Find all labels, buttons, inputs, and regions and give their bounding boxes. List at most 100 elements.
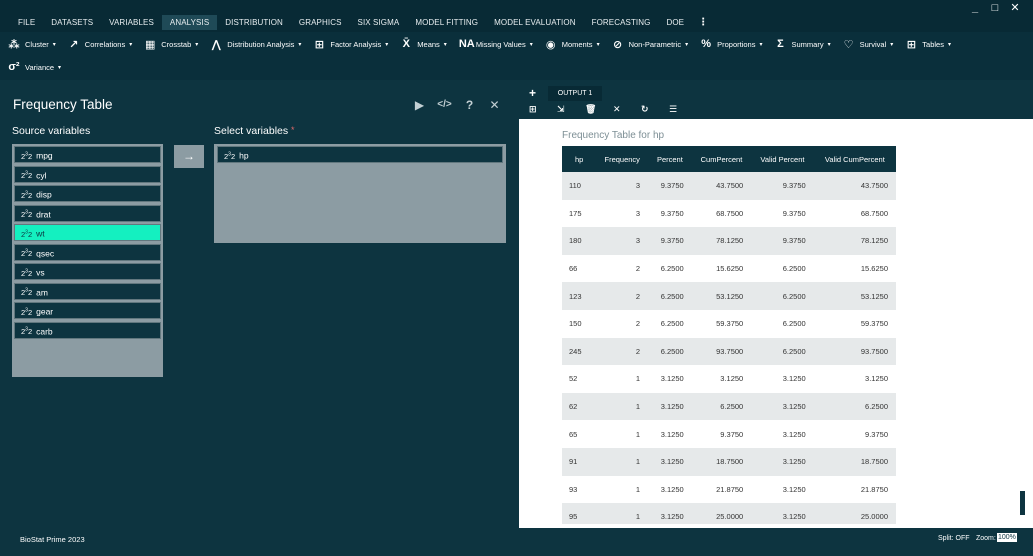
add-tab-icon[interactable]: + (529, 86, 536, 100)
table-cell: 1 (596, 420, 649, 448)
menu-variables[interactable]: VARIABLES (101, 15, 162, 30)
summary-icon: Σ (777, 38, 784, 50)
toolbar-summary-button[interactable]: Σ Summary ▾ (774, 37, 830, 51)
means-icon: X̄ (402, 38, 410, 50)
toolbar-label: Correlations (84, 39, 126, 49)
menu-analysis[interactable]: ANALYSIS (161, 15, 218, 30)
variable-item-am[interactable]: 232 am (14, 282, 161, 300)
variable-item-carb[interactable]: 232 carb (14, 321, 161, 339)
maximize-icon[interactable]: □ (985, 2, 1005, 16)
variable-item-cyl[interactable]: 232 cyl (14, 165, 161, 183)
variable-item-qsec[interactable]: 232 qsec (14, 243, 161, 261)
variable-name: vs (36, 267, 45, 278)
source-variables-list[interactable]: 232 mpg 232 cyl 232 disp 232 drat 232 wt 232 qsec 23… (12, 144, 163, 377)
close-icon[interactable]: ✕ (1005, 2, 1025, 16)
table-cell: 53.1250 (691, 282, 752, 310)
variable-item-drat[interactable]: 232 drat (14, 204, 161, 222)
menu-model-fitting[interactable]: MODEL FITTING (407, 15, 486, 30)
toolbar-non-parametric-button[interactable]: ⊘ Non-Parametric ▾ (612, 37, 688, 51)
menu-distribution[interactable]: DISTRIBUTION (217, 15, 291, 30)
toolbar-missing-values-button[interactable]: NA Missing Values ▾ (459, 37, 533, 51)
table-cell: 1 (596, 503, 649, 524)
table-cell: 123 (562, 282, 597, 310)
toolbar-label: Summary (791, 39, 824, 49)
table-cell: 3.1250 (648, 503, 692, 524)
variable-name: mpg (36, 150, 53, 161)
numeric-variable-icon: 232 (21, 268, 33, 278)
menu-doe[interactable]: DOE (658, 15, 692, 30)
toolbar-variance-button[interactable]: σ² Variance ▾ (8, 60, 61, 74)
column-header-percent[interactable]: Percent (648, 146, 692, 172)
clear-icon[interactable]: ✕ (613, 103, 641, 115)
table-cell: 3.1250 (648, 392, 692, 421)
table-cell: 2 (596, 309, 649, 338)
zoom-value[interactable]: 100% (997, 533, 1017, 542)
toolbar-crosstab-button[interactable]: ▦ Crosstab ▾ (144, 37, 198, 51)
variable-item-vs[interactable]: 232 vs (14, 263, 161, 280)
table-cell: 15.6250 (813, 254, 896, 283)
refresh-icon[interactable]: ↻ (641, 103, 669, 115)
table-cell: 68.7500 (691, 199, 752, 228)
numeric-variable-icon: 232 (21, 170, 33, 181)
variable-item-hp[interactable]: 232 hp (217, 146, 503, 163)
menu-file[interactable]: FILE (10, 15, 43, 30)
more-menu-icon[interactable]: ⋮ (692, 15, 714, 30)
column-header-frequency[interactable]: Frequency (596, 146, 649, 172)
toolbar-factor-analysis-button[interactable]: ⊞ Factor Analysis ▾ (313, 37, 388, 51)
column-header-valid-cumpercent[interactable]: Valid CumPercent (813, 146, 896, 172)
table-cell: 175 (562, 199, 597, 228)
scrollbar-thumb[interactable] (1020, 491, 1025, 515)
column-header-hp[interactable]: hp (562, 146, 597, 172)
toolbar-tables-button[interactable]: ⊞ Tables ▾ (905, 37, 951, 51)
toolbar-moments-button[interactable]: ◉ Moments ▾ (545, 37, 600, 51)
numeric-variable-icon: 232 (21, 326, 33, 337)
menu-model-evaluation[interactable]: MODEL EVALUATION (486, 15, 583, 30)
app-name: BioStat Prime 2023 (20, 535, 85, 544)
toolbar-distribution-analysis-button[interactable]: ⋀ Distribution Analysis ▾ (210, 37, 302, 51)
toolbar-means-button[interactable]: X̄ Means ▾ (400, 37, 447, 51)
variable-item-gear[interactable]: 232 gear (14, 302, 161, 319)
table-cell: 6.2500 (751, 337, 814, 366)
close-dialog-icon[interactable]: ✕ (487, 98, 502, 113)
toolbar-correlations-button[interactable]: ↗ Correlations ▾ (68, 37, 132, 51)
toolbar-label: Non-Parametric (628, 39, 682, 49)
run-icon[interactable]: ▶ (412, 98, 427, 113)
zoom-label: Zoom: (976, 535, 996, 542)
split-status[interactable]: Split: OFF (938, 535, 970, 542)
variable-item-disp[interactable]: 232 disp (14, 185, 161, 202)
toolbar-label: Means (417, 39, 440, 49)
dialog-panel: Frequency Table ▶ </> ? ✕ Source variabl… (0, 80, 519, 528)
menu-six-sigma[interactable]: SIX SIGMA (350, 15, 408, 30)
add-output-icon[interactable]: ⊞ (529, 103, 557, 115)
variable-item-wt[interactable]: 232 wt (14, 224, 161, 241)
table-cell: 25.0000 (691, 503, 752, 524)
minimize-icon[interactable]: _ (965, 2, 985, 16)
column-header-valid-percent[interactable]: Valid Percent (751, 146, 814, 172)
toolbar-cluster-button[interactable]: ⁂ Cluster ▾ (8, 37, 55, 51)
table-cell: 25.0000 (813, 503, 896, 524)
table-cell: 3.1250 (751, 447, 814, 476)
moments-icon: ◉ (545, 38, 556, 51)
delete-icon[interactable]: 🗑 (585, 103, 613, 115)
table-cell: 3.1250 (813, 365, 896, 393)
list-icon[interactable]: ☰ (669, 103, 697, 115)
selected-variables-list[interactable]: 232 hp (214, 144, 506, 243)
toolbar-proportions-button[interactable]: % Proportions ▾ (700, 37, 762, 51)
code-icon[interactable]: </> (437, 98, 452, 113)
output-scrollbar[interactable] (1019, 119, 1033, 524)
help-icon[interactable]: ? (462, 98, 477, 113)
variable-item-mpg[interactable]: 232 mpg (14, 146, 161, 163)
correlations-icon: ↗ (69, 38, 79, 51)
move-right-button[interactable]: → (174, 145, 204, 168)
tab-output-1[interactable]: OUTPUT 1 (548, 86, 602, 101)
menu-graphics[interactable]: GRAPHICS (291, 15, 350, 30)
chevron-down-icon: ▾ (947, 41, 951, 48)
dialog-title: Frequency Table (13, 97, 113, 112)
export-icon[interactable]: ⇲ (557, 103, 585, 115)
table-body: 110 3 9.3750 43.7500 9.3750 43.7500 175 3 9.3750… (562, 172, 896, 524)
menu-datasets[interactable]: DATASETS (43, 15, 101, 30)
variable-name: hp (239, 150, 249, 161)
toolbar-survival-button[interactable]: ♡ Survival ▾ (843, 37, 894, 51)
column-header-cumpercent[interactable]: CumPercent (691, 146, 752, 172)
menu-forecasting[interactable]: FORECASTING (584, 15, 659, 30)
